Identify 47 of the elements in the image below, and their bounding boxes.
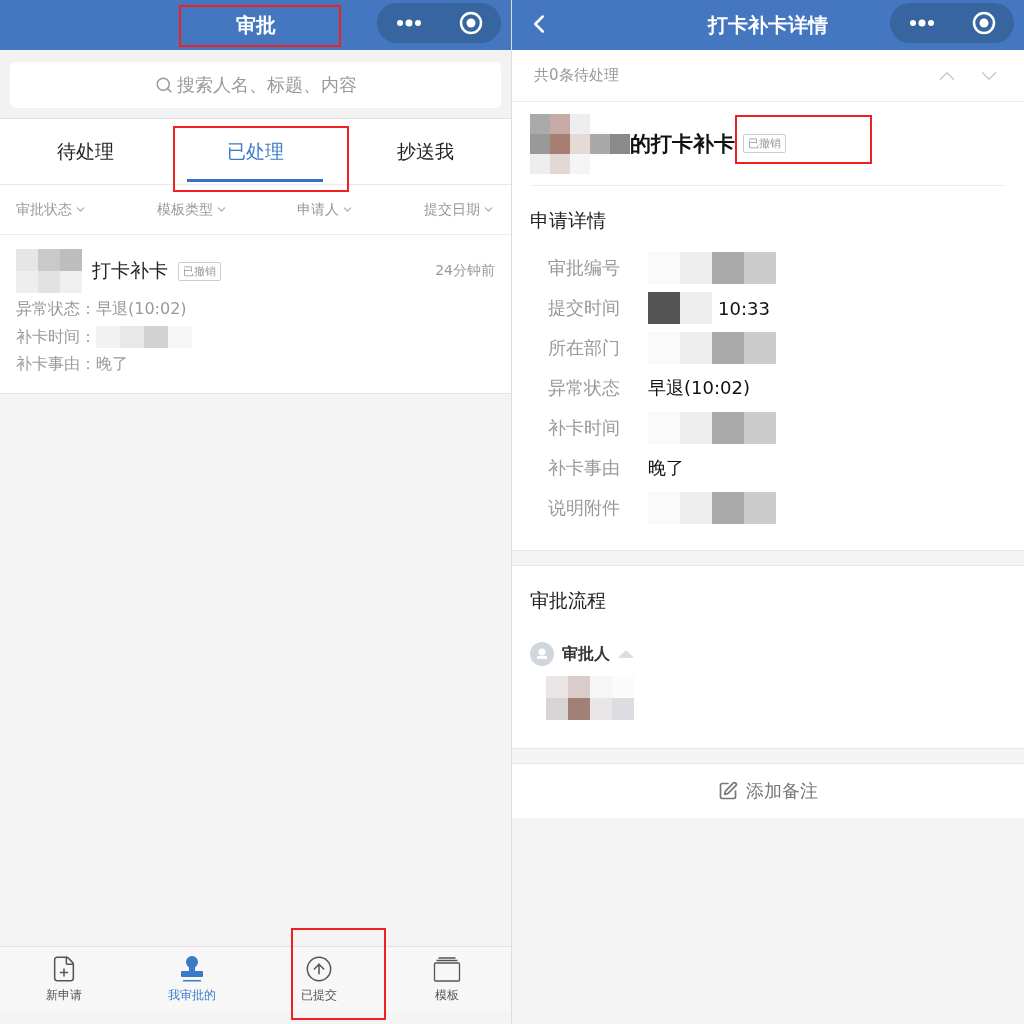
detail-label: 提交时间 — [548, 296, 621, 320]
redaction-mosaic — [648, 292, 712, 324]
filter-dropdown[interactable]: 审批状态 — [16, 200, 87, 219]
edit-icon — [718, 781, 738, 801]
stack-icon — [433, 955, 462, 983]
filter-dropdown[interactable]: 模板类型 — [156, 200, 228, 219]
pending-count: 共0条待处理 — [534, 66, 620, 85]
item-time: 24分钟前 — [435, 262, 495, 280]
add-note-button[interactable]: 添加备注 — [512, 764, 1024, 818]
detail-label: 补卡事由 — [548, 456, 621, 480]
nav-tab[interactable]: 我审批的 — [127, 947, 256, 1012]
redaction-mosaic — [16, 249, 82, 293]
detail-label: 说明附件 — [548, 496, 621, 520]
detail-value: 晚了 — [648, 456, 684, 480]
search-placeholder: 搜索人名、标题、内容 — [176, 73, 357, 97]
user-avatar-icon — [530, 642, 554, 666]
detail-label: 审批编号 — [548, 256, 621, 280]
arrow-up-circle-icon — [305, 955, 334, 983]
detail-value: 10:33 — [718, 297, 770, 319]
request-title: 的打卡补卡 — [630, 130, 735, 158]
page-title: 审批 — [235, 11, 276, 39]
search-field[interactable]: 搜索人名、标题、内容 — [10, 62, 501, 108]
detail-label: 补卡时间 — [548, 416, 621, 440]
page-title: 打卡补卡详情 — [708, 11, 828, 39]
detail-label: 所在部门 — [548, 336, 621, 360]
search-icon — [154, 76, 173, 94]
nav-tab[interactable]: 模板 — [383, 947, 511, 1012]
more-icon[interactable] — [395, 19, 422, 27]
section-heading: 申请详情 — [530, 208, 607, 233]
item-detail: 补卡事由：晚了 — [16, 354, 128, 375]
nav-tab[interactable]: 新申请 — [0, 947, 128, 1012]
item-title: 打卡补卡 — [92, 258, 168, 283]
detail-label: 异常状态 — [548, 376, 621, 400]
target-icon[interactable] — [458, 11, 483, 35]
detail-value: 早退(10:02) — [648, 376, 750, 400]
section-heading: 审批流程 — [530, 588, 607, 613]
status-tag: 已撤销 — [178, 261, 221, 281]
status-tag: 已撤销 — [743, 134, 786, 153]
approval-item[interactable]: 打卡补卡 已撤销 24分钟前 异常状态：早退(10:02) 补卡时间： 补卡事由：晚了 — [0, 235, 511, 394]
target-icon[interactable] — [971, 11, 996, 35]
item-detail: 异常状态：早退(10:02) — [16, 299, 187, 320]
filter-dropdown[interactable]: 申请人 — [297, 200, 355, 219]
item-detail: 补卡时间： — [16, 326, 96, 348]
approver-label: 审批人 — [562, 643, 610, 665]
nav-tab[interactable]: 已提交 — [255, 947, 384, 1012]
more-icon[interactable] — [908, 19, 935, 27]
filter-dropdown[interactable]: 提交日期 — [423, 200, 495, 219]
